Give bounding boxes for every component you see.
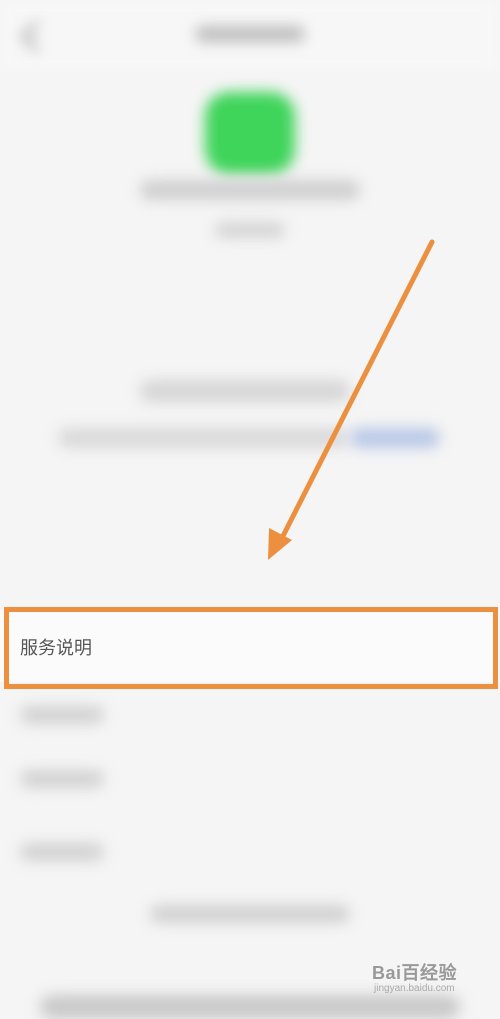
baidu-jingyan-watermark: Bai百经验 jingyan.baidu.com (372, 957, 480, 999)
watermark-brand: Bai百经验 (372, 963, 458, 983)
footer-text-blurred (150, 905, 350, 923)
annotation-arrow-icon (268, 239, 435, 560)
watermark-url: jingyan.baidu.com (374, 983, 455, 994)
